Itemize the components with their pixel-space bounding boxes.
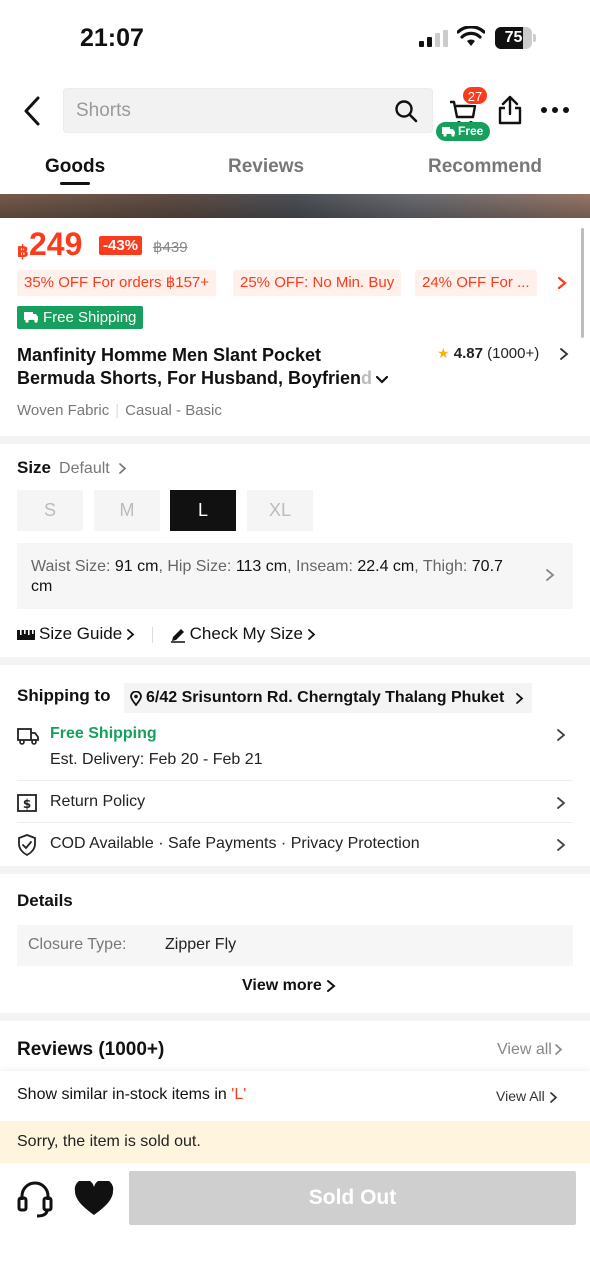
wishlist-heart-icon[interactable] [74, 1181, 114, 1217]
section-divider [0, 866, 590, 874]
chevron-right-icon [516, 693, 524, 704]
shipping-heading: Shipping to [17, 686, 111, 705]
ruler-icon [17, 629, 35, 640]
promo-tag[interactable]: 25% OFF: No Min. Buy [233, 270, 402, 296]
chevron-right-icon [127, 629, 135, 640]
tab-goods[interactable]: Goods [45, 156, 105, 178]
location-pin-icon [130, 691, 142, 706]
row-divider [17, 780, 573, 781]
size-guide-link[interactable]: Size Guide [17, 624, 140, 643]
rating-score: 4.87 [453, 345, 483, 362]
reviews-heading: Reviews (1000+) [17, 1039, 165, 1060]
cellular-signal-icon [419, 30, 448, 47]
truck-icon [24, 312, 38, 323]
free-shipping-label[interactable]: Free Shipping [50, 725, 157, 743]
pencil-icon [170, 628, 185, 643]
delivery-truck-icon [17, 728, 39, 745]
sold-out-button[interactable]: Sold Out [129, 1171, 576, 1225]
details-heading: Details [17, 891, 73, 910]
customer-service-icon[interactable] [17, 1178, 53, 1218]
chevron-right-icon[interactable] [556, 838, 566, 852]
search-bar[interactable]: Shorts [63, 88, 433, 133]
chevron-right-icon [119, 463, 127, 474]
section-divider [0, 436, 590, 444]
attribute-tag: Woven Fabric [17, 402, 110, 419]
promo-strip[interactable]: 35% OFF For orders ฿157+ 25% OFF: No Min… [17, 270, 577, 296]
section-divider [0, 657, 590, 665]
sold-out-notice: Sorry, the item is sold out. [0, 1121, 590, 1163]
promo-tag[interactable]: 24% OFF For ... [415, 270, 537, 296]
view-more-button[interactable]: View more [242, 977, 336, 995]
price-amount: 249 [29, 226, 83, 262]
tab-reviews[interactable]: Reviews [228, 156, 304, 178]
estimated-delivery: Est. Delivery: Feb 20 - Feb 21 [50, 751, 263, 768]
cod-safe-payments-label[interactable]: COD Available · Safe Payments · Privacy … [50, 835, 420, 853]
back-arrow-icon[interactable] [18, 94, 48, 128]
battery-level: 75 [504, 29, 523, 46]
chevron-right-icon[interactable] [559, 347, 569, 361]
price-currency: ฿ [17, 242, 29, 261]
chevron-right-icon [549, 1091, 558, 1103]
status-time: 21:07 [80, 24, 144, 52]
shield-check-icon [18, 834, 36, 856]
reviews-view-all-link[interactable]: View all [497, 1041, 563, 1059]
size-measurements[interactable]: Waist Size: 91 cm, Hip Size: 113 cm, Ins… [17, 543, 573, 609]
top-nav: Shorts 27 Free [0, 84, 590, 141]
similar-items-text: Show similar in-stock items in 'L' [17, 1086, 247, 1103]
section-divider [0, 1013, 590, 1021]
size-option-m[interactable]: M [94, 490, 160, 531]
shipping-address[interactable]: 6/42 Srisuntorn Rd. Cherngtaly Thalang P… [124, 683, 533, 713]
discount-badge: -43% [99, 236, 143, 255]
return-policy-icon: $ [17, 794, 37, 812]
svg-text:$: $ [23, 797, 31, 811]
bottom-action-bar: Sold Out [0, 1163, 590, 1280]
chevron-right-icon[interactable] [556, 728, 566, 742]
truck-icon [442, 127, 455, 137]
cart-count-badge: 27 [462, 86, 488, 105]
chevron-right-icon[interactable] [545, 568, 555, 582]
cart-button[interactable]: 27 Free [436, 86, 494, 141]
product-image-strip[interactable] [0, 194, 590, 218]
free-shipping-badge: Free Shipping [17, 306, 144, 329]
similar-view-all-link[interactable]: View All [496, 1088, 558, 1104]
return-policy-label[interactable]: Return Policy [50, 793, 145, 811]
scrollbar[interactable] [581, 228, 584, 338]
rating-count: (1000+) [487, 345, 540, 362]
size-option-xl[interactable]: XL [247, 490, 313, 531]
chevron-right-icon [326, 979, 336, 992]
tab-recommend[interactable]: Recommend [428, 156, 542, 178]
detail-key: Closure Type: [28, 936, 127, 953]
size-option-l[interactable]: L [170, 490, 236, 531]
chevron-down-icon[interactable] [376, 375, 389, 384]
detail-row: Closure Type: Zipper Fly [17, 925, 573, 966]
size-option-s[interactable]: S [17, 490, 83, 531]
battery-icon: 75 [495, 27, 537, 49]
original-price: ฿439 [153, 239, 188, 256]
section-tabs: Goods Reviews Recommend [0, 148, 590, 190]
promo-tag[interactable]: 35% OFF For orders ฿157+ [17, 270, 217, 296]
share-icon[interactable] [497, 94, 523, 126]
wifi-icon [457, 26, 485, 46]
search-placeholder: Shorts [76, 100, 131, 121]
size-guide-row: Size Guide Check My Size [17, 624, 316, 644]
attribute-tag: Casual - Basic [125, 402, 222, 419]
search-icon[interactable] [394, 99, 418, 123]
detail-value: Zipper Fly [165, 936, 237, 953]
chevron-right-icon [308, 629, 316, 640]
check-my-size-link[interactable]: Check My Size [170, 624, 316, 643]
product-attributes: Woven Fabric | Casual - Basic [17, 402, 222, 419]
star-icon: ★ [437, 345, 450, 361]
status-bar: 21:07 75 [0, 0, 590, 80]
rating-summary[interactable]: ★ 4.87 (1000+) [437, 345, 569, 362]
row-divider [17, 822, 573, 823]
active-tab-indicator [60, 182, 90, 185]
cart-free-badge: Free [436, 122, 491, 141]
more-options-icon[interactable] [540, 106, 570, 114]
chevron-right-icon[interactable] [557, 276, 567, 290]
chevron-right-icon [554, 1044, 563, 1056]
chevron-right-icon[interactable] [556, 796, 566, 810]
product-title[interactable]: Manfinity Homme Men Slant Pocket Bermuda… [17, 344, 427, 390]
size-heading[interactable]: Size Default [17, 458, 127, 478]
